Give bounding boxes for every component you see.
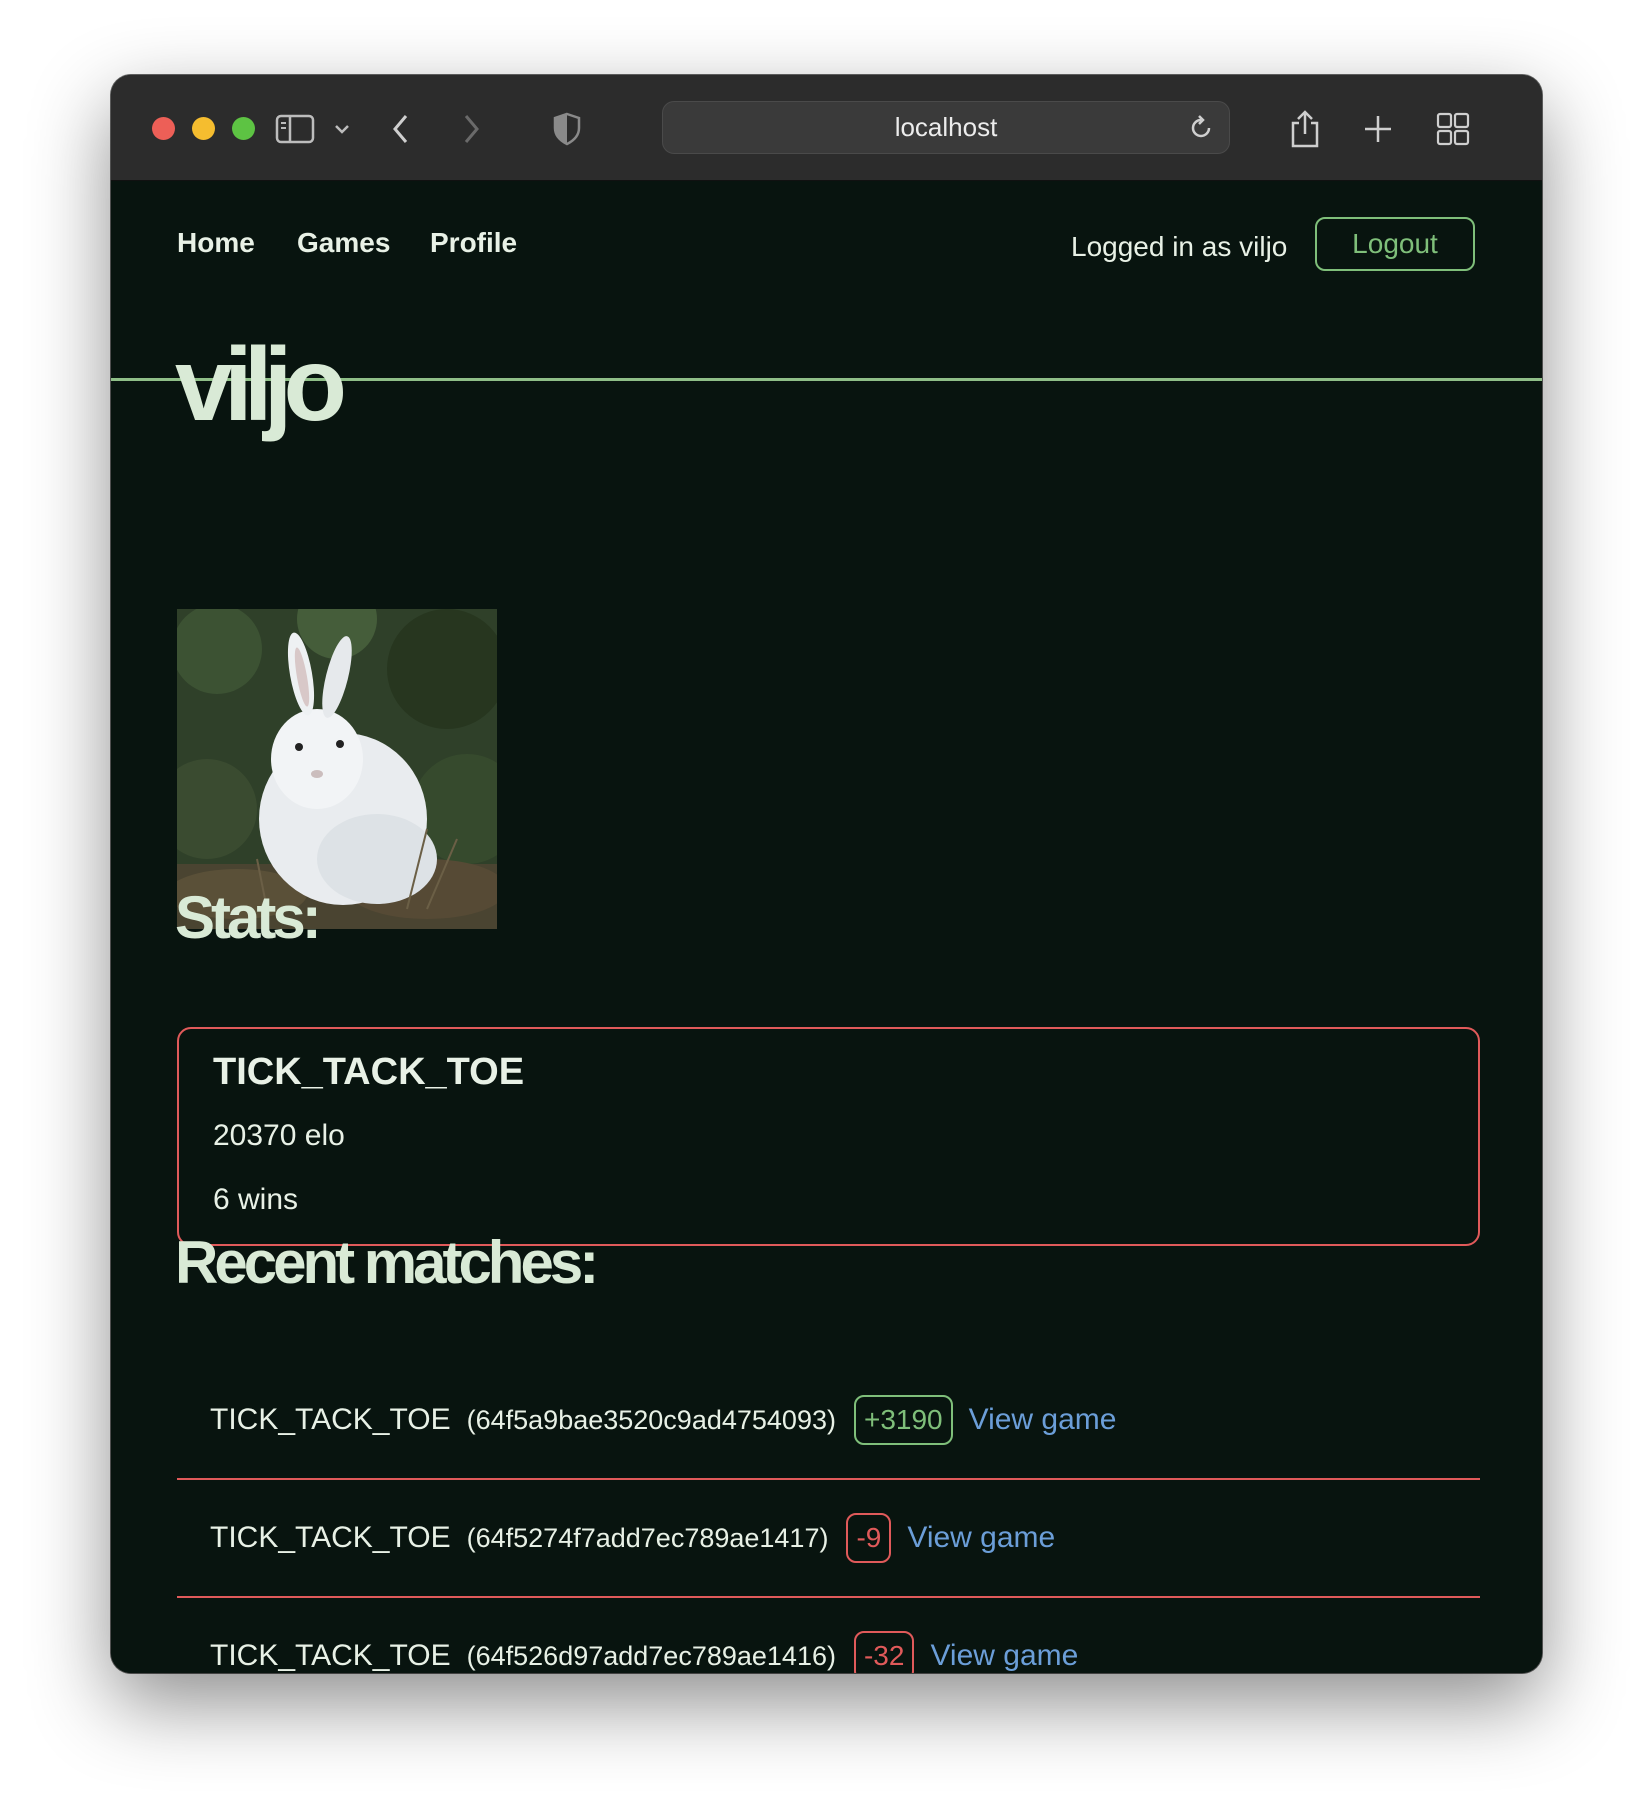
- nav-profile-link[interactable]: Profile: [430, 227, 517, 259]
- match-row: TICK_TACK_TOE (64f5a9bae3520c9ad4754093)…: [177, 1362, 1480, 1480]
- chevron-right-icon[interactable]: [447, 105, 495, 153]
- zoom-window-button[interactable]: [232, 117, 255, 140]
- stat-game-name: TICK_TACK_TOE: [213, 1051, 525, 1093]
- recent-matches-heading: Recent matches:: [175, 1229, 599, 1296]
- match-game-name: TICK_TACK_TOE: [210, 1639, 451, 1672]
- view-game-link[interactable]: View game: [969, 1403, 1117, 1437]
- logout-button[interactable]: Logout: [1315, 217, 1475, 271]
- elo-change-badge: -9: [846, 1513, 892, 1563]
- profile-username: viljo: [175, 327, 347, 443]
- stat-card: TICK_TACK_TOE 20370 elo 6 wins: [177, 1027, 1480, 1246]
- match-id: (64f526d97add7ec789ae1416): [466, 1640, 836, 1671]
- nav-home-link[interactable]: Home: [177, 227, 255, 259]
- shield-icon[interactable]: [543, 105, 591, 153]
- profile-avatar: [177, 609, 497, 929]
- logged-in-status: Logged in as viljo: [1071, 231, 1288, 262]
- match-id: (64f5274f7add7ec789ae1417): [466, 1522, 829, 1553]
- chevron-left-icon[interactable]: [377, 105, 425, 153]
- plus-icon[interactable]: [1354, 105, 1402, 153]
- share-icon[interactable]: [1281, 105, 1329, 153]
- minimize-window-button[interactable]: [192, 117, 215, 140]
- match-id: (64f5a9bae3520c9ad4754093): [466, 1404, 836, 1435]
- stat-elo: 20370 elo: [213, 1119, 345, 1152]
- elo-change-badge: +3190: [853, 1395, 953, 1445]
- grid-icon[interactable]: [1429, 105, 1477, 153]
- browser-window: localhost Home Games Profile Logged in a…: [111, 75, 1542, 1673]
- elo-change-badge: -32: [853, 1631, 915, 1673]
- nav-games-link[interactable]: Games: [297, 227, 390, 259]
- match-row: TICK_TACK_TOE (64f526d97add7ec789ae1416)…: [177, 1598, 1480, 1673]
- view-game-link[interactable]: View game: [930, 1639, 1078, 1673]
- reload-icon[interactable]: [1185, 112, 1217, 144]
- match-game-name: TICK_TACK_TOE: [210, 1521, 451, 1554]
- sidebar-icon[interactable]: [271, 105, 319, 153]
- match-game-name: TICK_TACK_TOE: [210, 1403, 451, 1436]
- address-bar[interactable]: localhost: [662, 101, 1230, 154]
- browser-titlebar: localhost: [111, 75, 1542, 181]
- stats-heading: Stats:: [175, 884, 322, 951]
- url-text: localhost: [894, 112, 998, 142]
- page-content: Home Games Profile Logged in as viljo Lo…: [111, 181, 1542, 1673]
- stat-wins: 6 wins: [213, 1183, 299, 1216]
- close-window-button[interactable]: [152, 117, 175, 140]
- match-row: TICK_TACK_TOE (64f5274f7add7ec789ae1417)…: [177, 1480, 1480, 1598]
- view-game-link[interactable]: View game: [907, 1521, 1055, 1555]
- chevron-down-icon[interactable]: [327, 105, 357, 153]
